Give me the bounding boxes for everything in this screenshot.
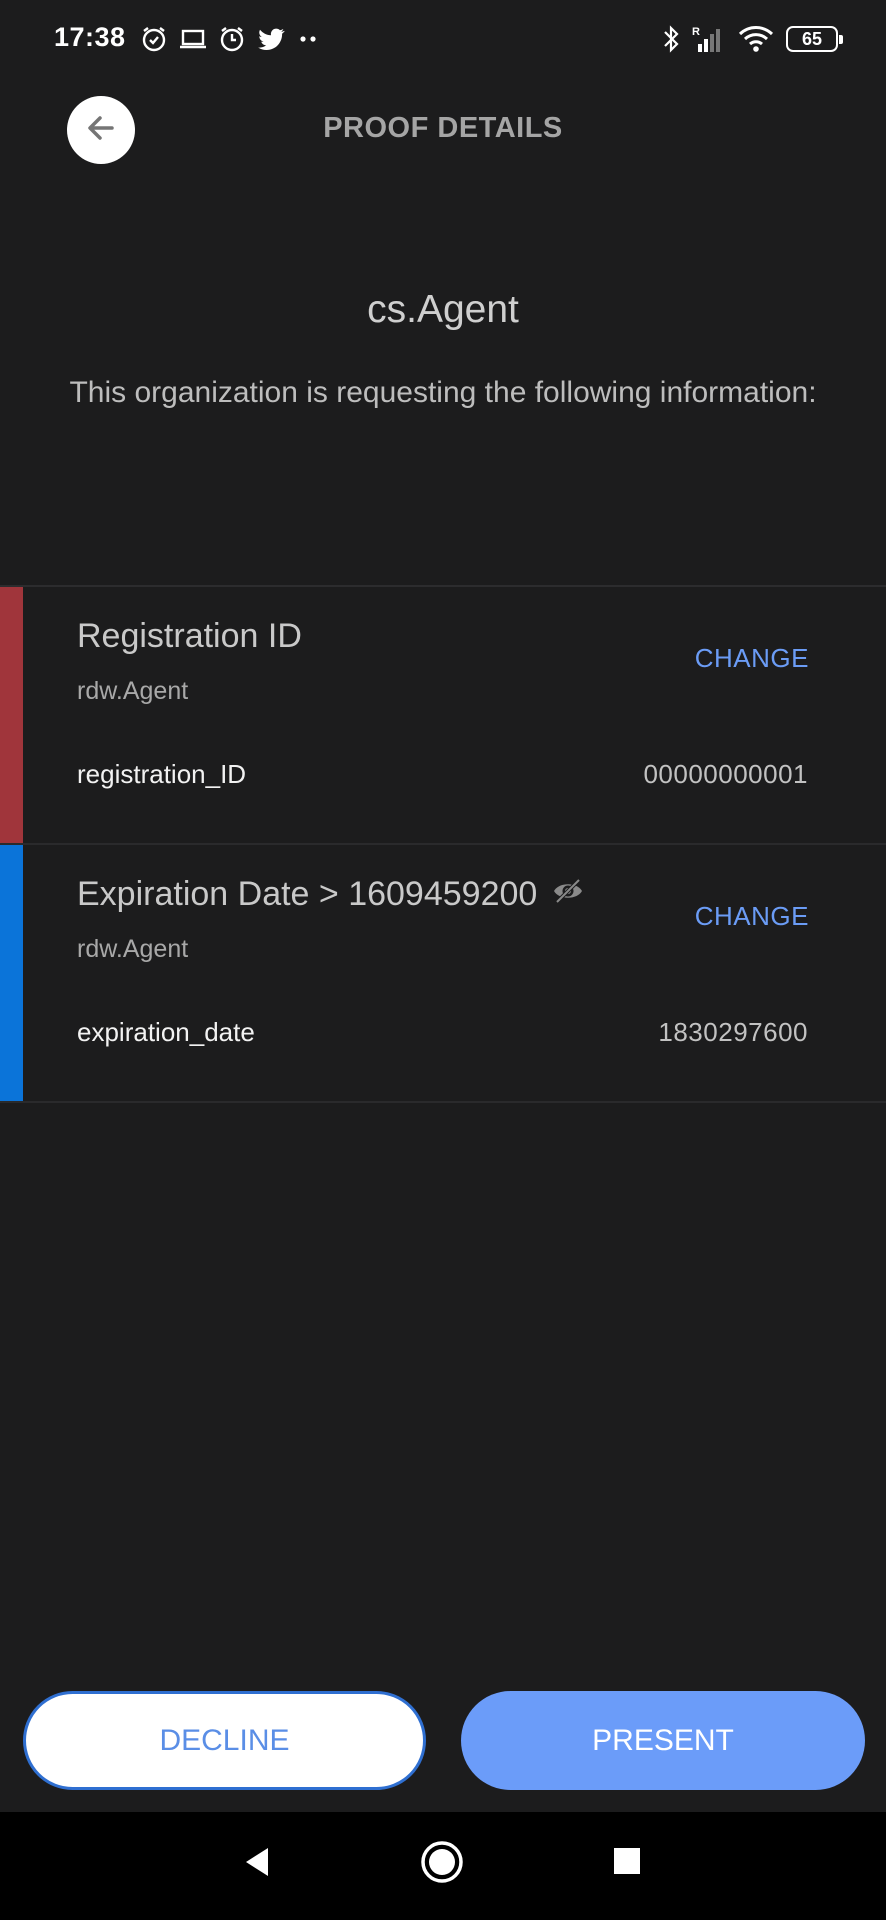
- organization-request-text: This organization is requesting the foll…: [69, 376, 817, 409]
- wifi-icon: [738, 24, 774, 54]
- attribute-title: Registration ID: [77, 617, 302, 656]
- status-bar: 17:38 R 65: [0, 0, 886, 80]
- system-navigation-bar: [0, 1812, 886, 1920]
- requested-attributes-list: Registration ID rdw.Agent CHANGE registr…: [0, 585, 886, 1103]
- change-button[interactable]: CHANGE: [695, 643, 809, 674]
- recents-square-icon[interactable]: [612, 1846, 642, 1881]
- attribute-issuer: rdw.Agent: [77, 677, 189, 705]
- organization-name: cs.Agent: [367, 288, 519, 331]
- bluetooth-icon: [662, 24, 680, 54]
- alarm-icon: [140, 25, 168, 53]
- decline-button[interactable]: DECLINE: [23, 1691, 426, 1790]
- attribute-title: Expiration Date > 1609459200: [77, 875, 585, 914]
- battery-indicator: 65: [786, 26, 843, 52]
- attribute-field-name: registration_ID: [77, 759, 247, 789]
- attribute-field-value: 1830297600: [658, 1017, 808, 1047]
- attribute-field-name: expiration_date: [77, 1017, 255, 1047]
- change-button[interactable]: CHANGE: [695, 901, 809, 932]
- attribute-title-text: Expiration Date > 1609459200: [77, 875, 538, 913]
- attribute-issuer: rdw.Agent: [77, 935, 189, 963]
- attribute-field-value: 00000000001: [643, 759, 808, 789]
- home-circle-icon[interactable]: [420, 1840, 464, 1889]
- eye-hidden-icon: [551, 875, 585, 914]
- back-triangle-icon[interactable]: [240, 1842, 272, 1887]
- laptop-icon: [178, 25, 208, 53]
- twitter-icon: [256, 25, 286, 53]
- system-icons: R 65: [662, 22, 843, 56]
- attribute-status-stripe: [0, 587, 23, 843]
- attribute-card-registration-id: Registration ID rdw.Agent CHANGE registr…: [0, 587, 886, 845]
- signal-roaming-label: R: [692, 26, 700, 38]
- present-button[interactable]: PRESENT: [461, 1691, 865, 1790]
- more-dots-icon: [296, 25, 320, 53]
- cellular-signal-icon: R: [692, 24, 726, 54]
- attribute-card-expiration-date: Expiration Date > 1609459200 rdw.Agent C…: [0, 845, 886, 1103]
- attribute-title-text: Registration ID: [77, 617, 302, 655]
- status-time: 17:38: [54, 22, 126, 52]
- page-title: PROOF DETAILS: [323, 112, 563, 144]
- attribute-status-stripe: [0, 845, 23, 1101]
- notification-icons: [140, 22, 320, 56]
- alarm-icon: [218, 25, 246, 53]
